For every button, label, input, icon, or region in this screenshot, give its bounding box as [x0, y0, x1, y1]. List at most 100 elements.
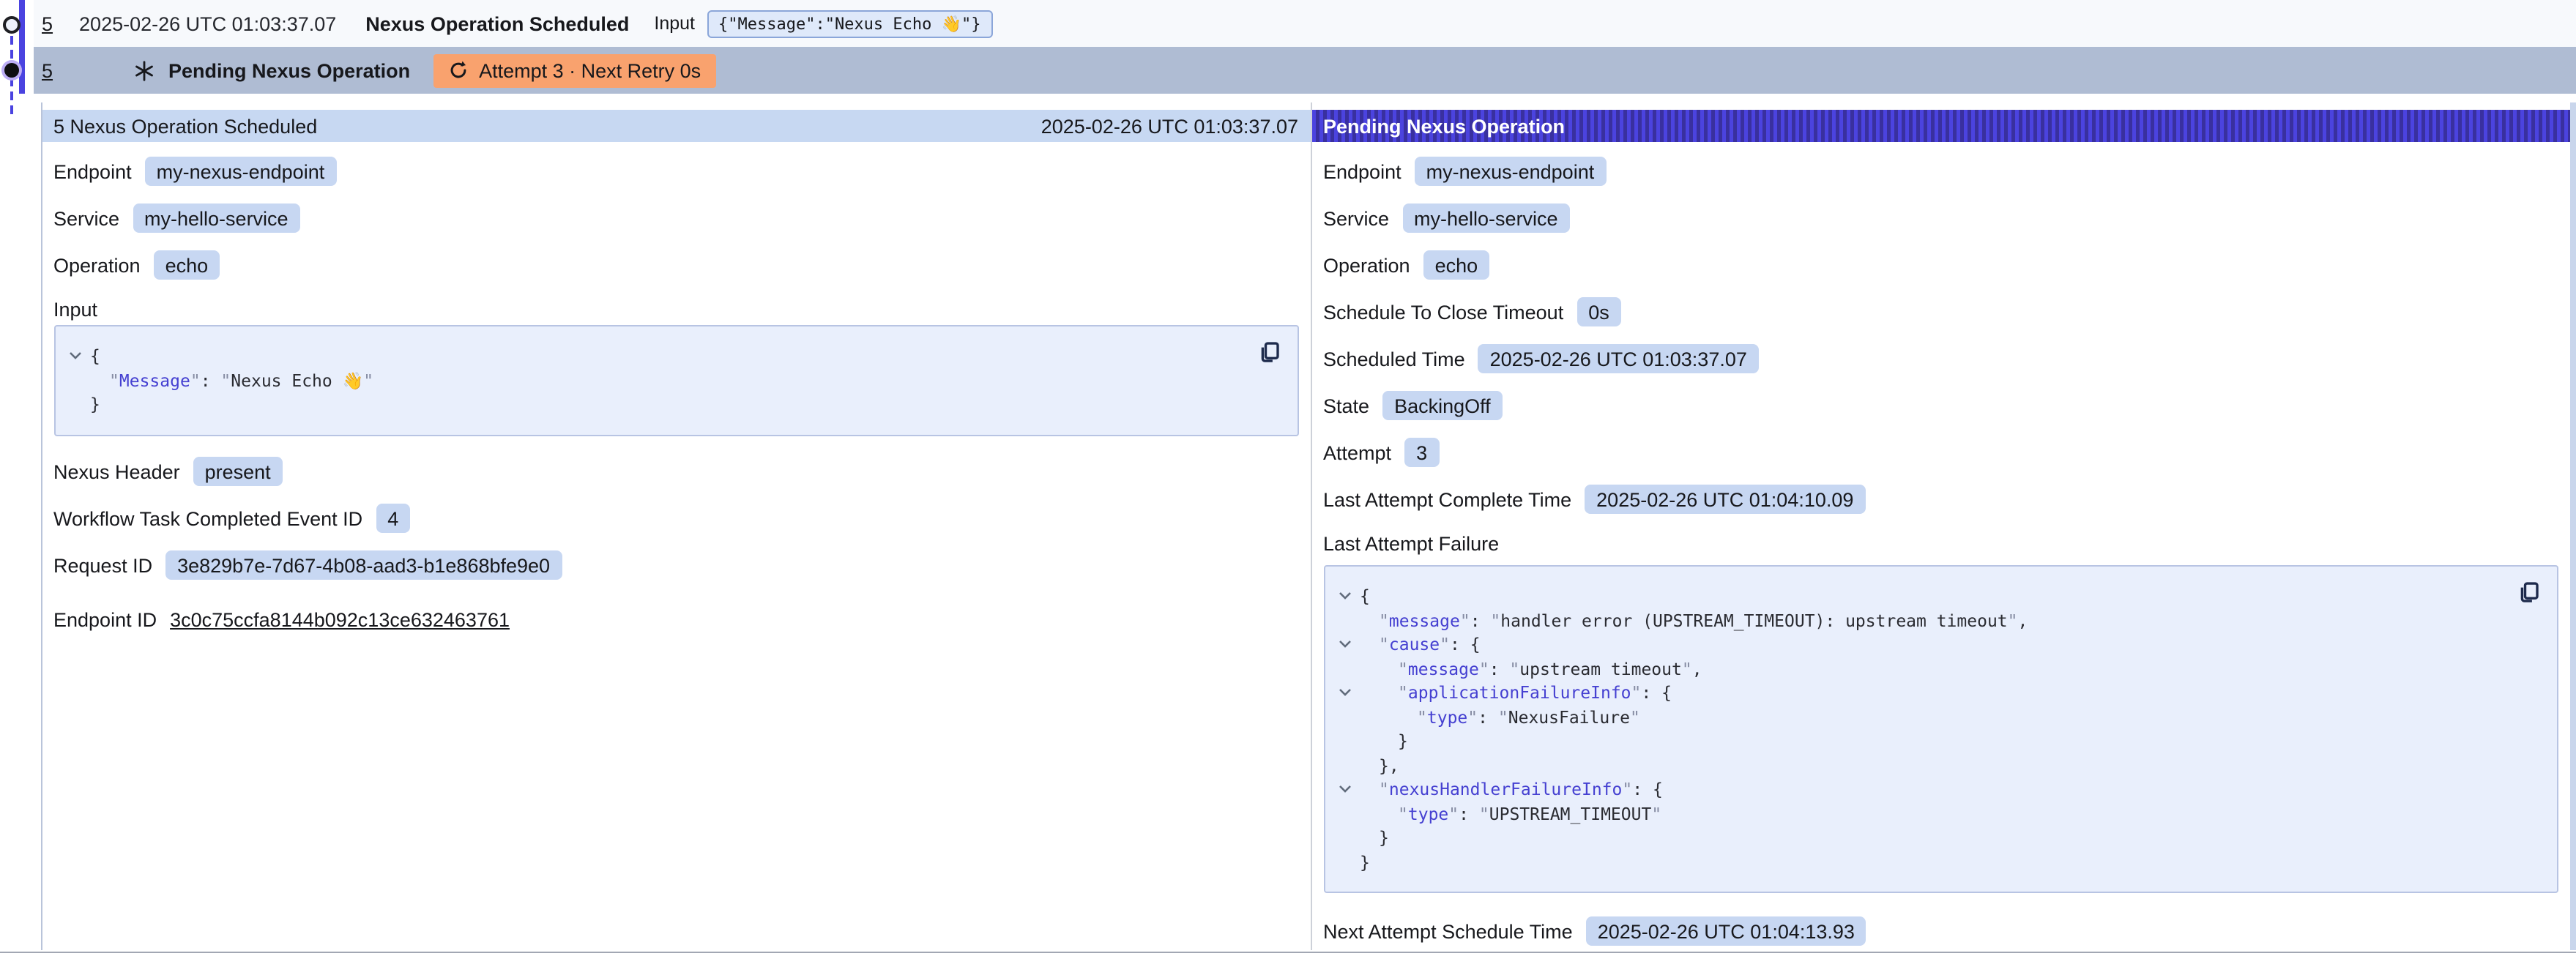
field-label: Last Attempt Complete Time: [1323, 488, 1571, 510]
scheduled-event-panel: 5 Nexus Operation Scheduled 2025-02-26 U…: [42, 102, 1311, 950]
field-value-badge: my-nexus-endpoint: [1415, 157, 1607, 186]
active-event-indicator-bar: [19, 0, 24, 93]
field-label: State: [1323, 395, 1369, 417]
collapse-chevron-icon[interactable]: [1330, 681, 1360, 705]
field-value-badge: BackingOff: [1382, 391, 1503, 420]
event-title: Nexus Operation Scheduled: [365, 12, 629, 34]
event-timestamp: 2025-02-26 UTC 01:03:37.07: [79, 12, 336, 34]
field-label: Next Attempt Schedule Time: [1323, 920, 1573, 942]
field-value-badge: 0s: [1577, 297, 1621, 326]
code-line: "type": "UPSTREAM_TIMEOUT": [1330, 802, 2542, 826]
field-value-badge: 2025-02-26 UTC 01:04:13.93: [1586, 916, 1866, 946]
field-label: Nexus Header: [53, 460, 180, 482]
scheduled-panel-timestamp: 2025-02-26 UTC 01:03:37.07: [1041, 115, 1298, 137]
collapse-chevron-icon[interactable]: [1330, 584, 1360, 608]
pending-panel-body: Endpoint my-nexus-endpoint Service my-he…: [1311, 155, 2569, 947]
scheduled-panel-body: Endpoint my-nexus-endpoint Service my-he…: [42, 155, 1310, 635]
field-state: State BackingOff: [1323, 389, 2558, 422]
code-line: "Message": "Nexus Echo 👋": [61, 368, 1282, 392]
field-operation: Operation echo: [53, 249, 1298, 281]
field-endpoint: Endpoint my-nexus-endpoint: [1323, 155, 2558, 187]
field-label: Operation: [53, 254, 141, 276]
field-label: Attempt: [1323, 441, 1391, 463]
field-operation: Operation echo: [1323, 249, 2558, 281]
field-label: Endpoint: [1323, 160, 1401, 182]
field-schedule-to-close-timeout: Schedule To Close Timeout 0s: [1323, 296, 2558, 328]
field-service: Service my-hello-service: [1323, 202, 2558, 234]
code-line: }: [1330, 826, 2542, 850]
retry-status-badge: Attempt 3 · Next Retry 0s: [433, 53, 715, 87]
field-value-badge: echo: [1423, 250, 1490, 280]
failure-json-lines: {"message": "handler error (UPSTREAM_TIM…: [1330, 584, 2542, 874]
input-json-lines: {"Message": "Nexus Echo 👋"}: [61, 344, 1282, 417]
event-detail-panels: 5 Nexus Operation Scheduled 2025-02-26 U…: [40, 102, 2569, 950]
pending-event-id-link[interactable]: 5: [42, 59, 53, 81]
field-label: Request ID: [53, 554, 152, 576]
pending-asterisk-icon: [133, 59, 155, 81]
bottom-divider: [0, 951, 2576, 953]
retry-badge-text: Attempt 3 · Next Retry 0s: [479, 59, 701, 81]
field-next-attempt-schedule-time: Next Attempt Schedule Time 2025-02-26 UT…: [1323, 915, 2558, 947]
code-line: },: [1330, 753, 2542, 777]
field-value-badge: 3e829b7e-7d67-4b08-aad3-b1e868bfe9e0: [165, 550, 562, 580]
field-attempt: Attempt 3: [1323, 436, 2558, 468]
code-line: "type": "NexusFailure": [1330, 705, 2542, 729]
workflow-event-history-screen: 5 2025-02-26 UTC 01:03:37.07 Nexus Opera…: [0, 0, 2576, 956]
code-line: }: [1330, 729, 2542, 753]
pending-title: Pending Nexus Operation: [168, 59, 410, 81]
field-scheduled-time: Scheduled Time 2025-02-26 UTC 01:03:37.0…: [1323, 343, 2558, 375]
pending-operation-row[interactable]: 5 Pending Nexus Operation Attempt 3 · Ne…: [33, 47, 2576, 94]
field-value-badge: my-hello-service: [133, 203, 300, 233]
input-preview-chip: {"Message":"Nexus Echo 👋"}: [707, 10, 993, 37]
pending-operation-panel: Pending Nexus Operation Endpoint my-nexu…: [1311, 102, 2569, 950]
input-section-label: Input: [53, 293, 1298, 325]
field-nexus-header: Nexus Header present: [53, 455, 1298, 488]
field-label: Operation: [1323, 254, 1410, 276]
collapse-chevron-icon[interactable]: [1330, 777, 1360, 802]
field-value-badge: my-nexus-endpoint: [145, 157, 337, 186]
field-label: Service: [53, 207, 119, 229]
event-row-scheduled[interactable]: 5 2025-02-26 UTC 01:03:37.07 Nexus Opera…: [33, 0, 2576, 47]
field-last-attempt-complete-time: Last Attempt Complete Time 2025-02-26 UT…: [1323, 483, 2558, 515]
input-json-viewer: {"Message": "Nexus Echo 👋"}: [53, 325, 1298, 436]
vertical-scrollbar[interactable]: [2569, 102, 2576, 950]
field-label: Schedule To Close Timeout: [1323, 301, 1563, 323]
field-label: Endpoint ID: [53, 608, 157, 630]
code-line: "message": "upstream timeout",: [1330, 657, 2542, 681]
retry-icon: [448, 60, 469, 81]
code-line: "message": "handler error (UPSTREAM_TIME…: [1330, 608, 2542, 632]
field-request-id: Request ID 3e829b7e-7d67-4b08-aad3-b1e86…: [53, 549, 1298, 581]
code-line: "nexusHandlerFailureInfo": {: [1330, 777, 2542, 802]
collapse-chevron-icon[interactable]: [1330, 632, 1360, 657]
field-value-badge: 4: [376, 504, 410, 533]
code-line: "cause": {: [1330, 632, 2542, 657]
field-value-badge: my-hello-service: [1402, 203, 1570, 233]
field-value-badge: echo: [154, 250, 220, 280]
copy-icon[interactable]: [1257, 341, 1279, 363]
field-value-badge: present: [193, 457, 283, 486]
pending-panel-title: Pending Nexus Operation: [1323, 115, 1565, 137]
last-attempt-failure-label: Last Attempt Failure: [1323, 527, 2558, 559]
event-id-link[interactable]: 5: [42, 12, 53, 34]
field-endpoint: Endpoint my-nexus-endpoint: [53, 155, 1298, 187]
input-label: Input: [654, 13, 695, 34]
field-label: Endpoint: [53, 160, 132, 182]
field-endpoint-id: Endpoint ID 3c0c75ccfa8144b092c13ce63246…: [53, 603, 1298, 635]
field-label: Service: [1323, 207, 1389, 229]
collapse-chevron-icon[interactable]: [61, 344, 90, 368]
copy-icon[interactable]: [2517, 581, 2539, 603]
code-line: }: [1330, 850, 2542, 874]
field-service: Service my-hello-service: [53, 202, 1298, 234]
code-line: {: [61, 344, 1282, 368]
code-line: }: [61, 392, 1282, 417]
field-label: Workflow Task Completed Event ID: [53, 507, 362, 529]
field-value-badge: 2025-02-26 UTC 01:03:37.07: [1478, 344, 1759, 373]
code-line: {: [1330, 584, 2542, 608]
timeline-node-open-circle: [3, 15, 21, 33]
field-value-badge: 2025-02-26 UTC 01:04:10.09: [1585, 485, 1865, 514]
scheduled-panel-header: 5 Nexus Operation Scheduled 2025-02-26 U…: [42, 110, 1310, 142]
field-workflow-task-completed-event-id: Workflow Task Completed Event ID 4: [53, 502, 1298, 534]
pending-panel-header: Pending Nexus Operation: [1311, 110, 2569, 142]
endpoint-id-link[interactable]: 3c0c75ccfa8144b092c13ce632463761: [170, 608, 510, 630]
field-value-badge: 3: [1404, 438, 1439, 467]
